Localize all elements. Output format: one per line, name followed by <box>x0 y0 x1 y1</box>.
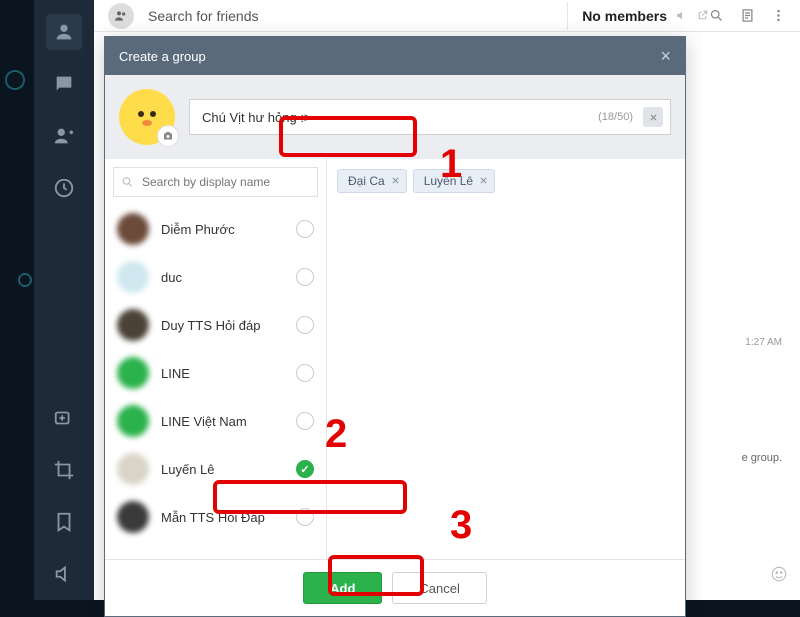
contact-radio[interactable] <box>296 220 314 238</box>
contact-radio[interactable] <box>296 508 314 526</box>
modal-title: Create a group <box>119 49 206 64</box>
contact-name: LINE <box>161 366 296 381</box>
sidebar-crop-icon[interactable] <box>46 452 82 488</box>
selected-chip: Đại Ca <box>337 169 407 193</box>
contact-avatar <box>117 453 149 485</box>
search-icon <box>121 176 134 189</box>
emoji-button[interactable] <box>770 565 788 588</box>
sidebar-bookmark-icon[interactable] <box>46 504 82 540</box>
contact-name: Luyến Lê <box>161 462 296 477</box>
sidebar-video-add-icon[interactable] <box>46 400 82 436</box>
contact-row[interactable]: Diễm Phước <box>105 205 326 253</box>
chat-title: No members <box>582 8 709 24</box>
notes-icon[interactable] <box>740 8 755 23</box>
contact-radio[interactable] <box>296 364 314 382</box>
friends-icon <box>108 3 134 29</box>
contact-name: Duy TTS Hỏi đáp <box>161 318 296 333</box>
camera-icon[interactable] <box>157 125 179 147</box>
contact-radio[interactable] <box>296 268 314 286</box>
contact-name: Mẫn TTS Hỏi Đáp <box>161 510 296 525</box>
search-friends-input[interactable]: Search for friends <box>148 8 567 24</box>
chip-remove-icon[interactable] <box>479 174 488 188</box>
contact-avatar <box>117 501 149 533</box>
close-icon[interactable]: × <box>660 47 671 65</box>
contact-row[interactable]: duc <box>105 253 326 301</box>
contact-avatar <box>117 357 149 389</box>
contact-row[interactable]: LINE Việt Nam <box>105 397 326 445</box>
contact-row[interactable]: LINE <box>105 349 326 397</box>
cancel-button[interactable]: Cancel <box>392 572 486 604</box>
sidebar-add-friend-icon[interactable] <box>46 118 82 154</box>
create-group-modal: Create a group × (18/50) Diễm Phước duc … <box>104 36 686 617</box>
sidebar-home-icon[interactable] <box>46 14 82 50</box>
contact-name: Diễm Phước <box>161 222 296 237</box>
contact-radio[interactable] <box>296 460 314 478</box>
contact-avatar <box>117 213 149 245</box>
contact-radio[interactable] <box>296 412 314 430</box>
contact-avatar <box>117 405 149 437</box>
more-icon[interactable] <box>771 8 786 23</box>
contact-row[interactable]: Mẫn TTS Hỏi Đáp <box>105 493 326 541</box>
contact-name: LINE Việt Nam <box>161 414 296 429</box>
add-button[interactable]: Add <box>303 572 382 604</box>
clear-name-button[interactable] <box>643 107 663 127</box>
contact-search-input[interactable] <box>113 167 318 197</box>
contact-list: Diễm Phước duc Duy TTS Hỏi đáp LINE LINE… <box>105 205 326 559</box>
left-sidebar <box>34 0 94 600</box>
no-members-label: No members <box>582 8 667 24</box>
mute-icon <box>675 9 688 22</box>
contact-avatar <box>117 309 149 341</box>
sidebar-chat-icon[interactable] <box>46 66 82 102</box>
create-group-hint: e group. <box>742 452 782 464</box>
sidebar-speaker-icon[interactable] <box>46 556 82 592</box>
selected-contacts: Đại CaLuyến Lê <box>327 159 685 559</box>
contact-name: duc <box>161 270 296 285</box>
sidebar-clock-icon[interactable] <box>46 170 82 206</box>
contact-row[interactable]: Luyến Lê <box>105 445 326 493</box>
group-avatar[interactable] <box>119 89 175 145</box>
contact-radio[interactable] <box>296 316 314 334</box>
contact-avatar <box>117 261 149 293</box>
chip-remove-icon[interactable] <box>391 174 400 188</box>
selected-chip: Luyến Lê <box>413 169 495 193</box>
search-icon[interactable] <box>709 8 724 23</box>
export-icon[interactable] <box>696 9 709 22</box>
contact-row[interactable]: Duy TTS Hỏi đáp <box>105 301 326 349</box>
message-timestamp: 1:27 AM <box>745 337 782 348</box>
char-count: (18/50) <box>598 111 633 123</box>
